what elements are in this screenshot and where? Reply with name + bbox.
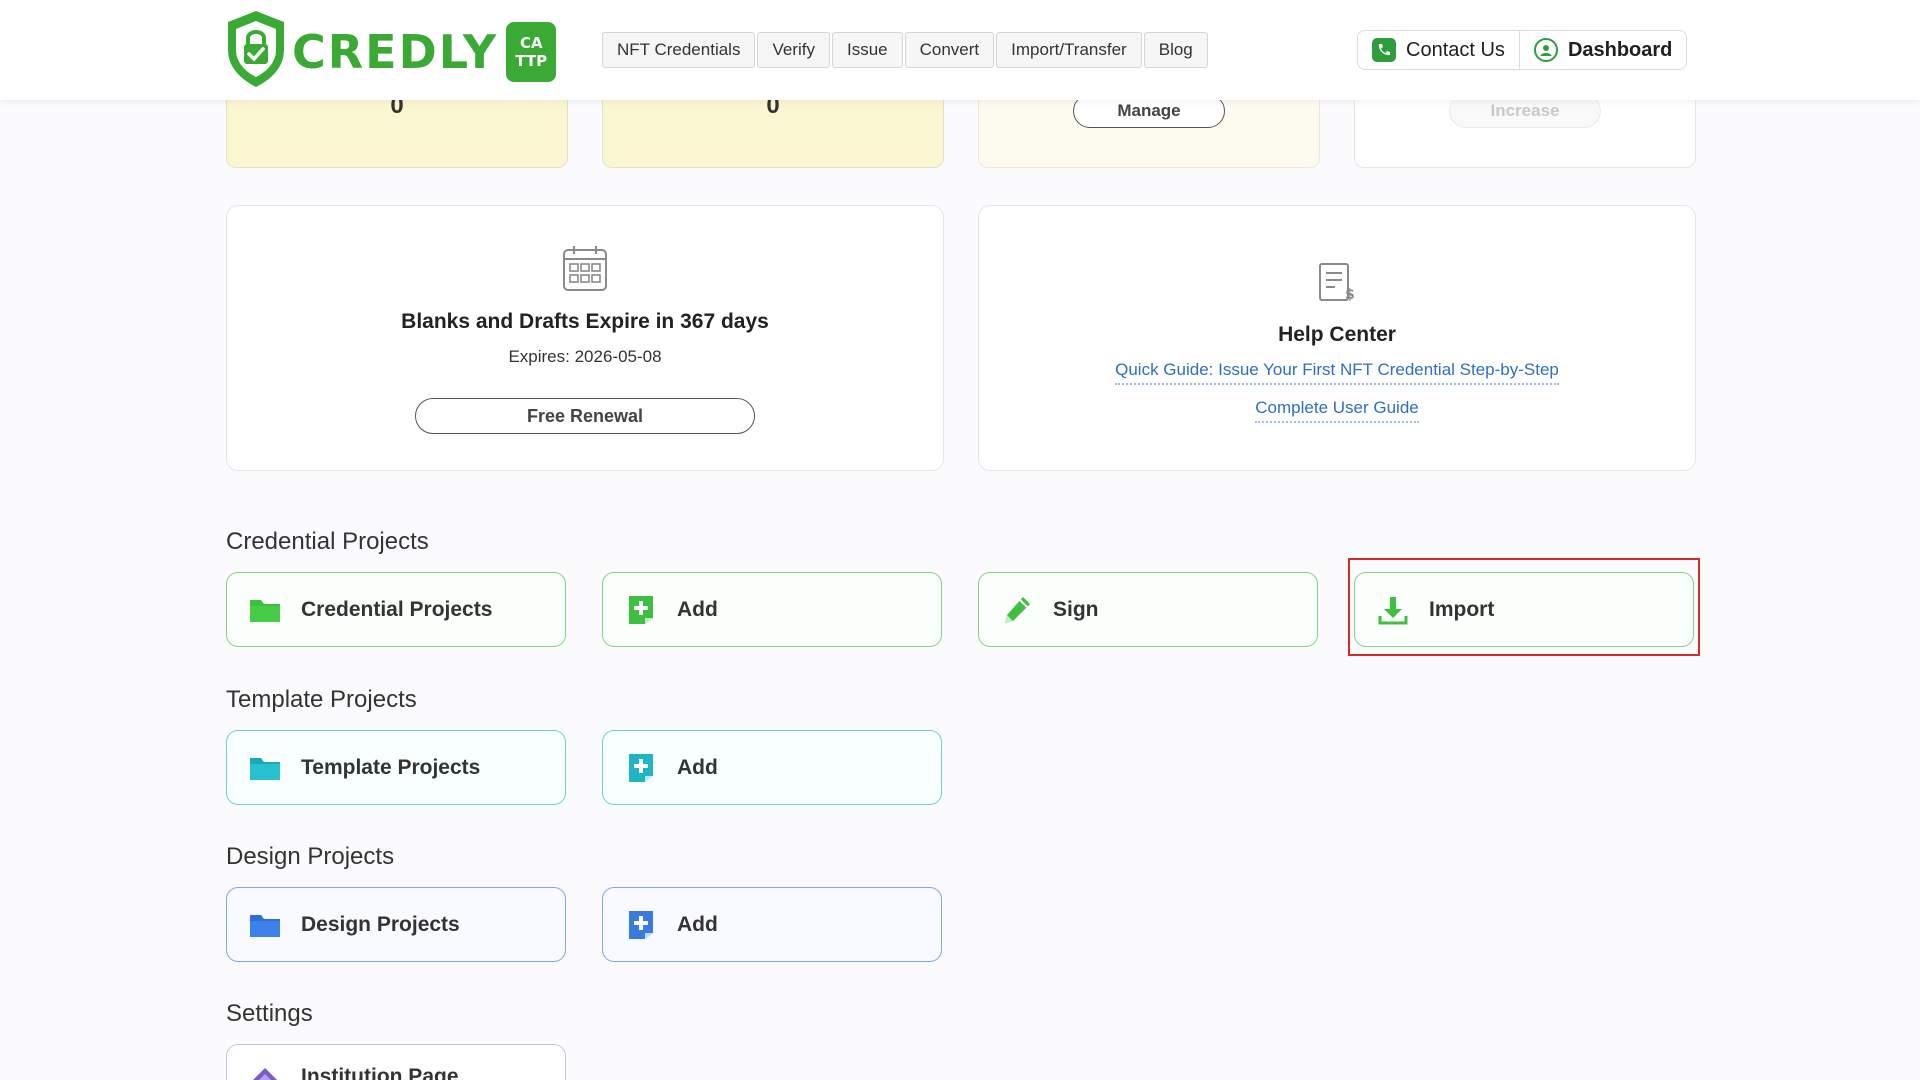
nav-issue[interactable]: Issue bbox=[831, 32, 903, 68]
institution-page-label: Institution Page bbox=[301, 1065, 459, 1080]
diamond-icon bbox=[249, 1065, 281, 1080]
credential-projects-tile[interactable]: Credential Projects bbox=[226, 572, 566, 647]
add-credential-tile[interactable]: Add bbox=[602, 572, 942, 647]
add-template-tile[interactable]: Add bbox=[602, 730, 942, 805]
add-document-icon bbox=[625, 752, 657, 784]
stat-card-3: Manage bbox=[978, 90, 1320, 168]
design-projects-label: Design Projects bbox=[301, 912, 460, 936]
design-projects-heading: Design Projects bbox=[226, 843, 395, 870]
nav-verify[interactable]: Verify bbox=[757, 32, 830, 68]
stat-card-1: 0 bbox=[226, 90, 568, 168]
expiry-title: Blanks and Drafts Expire in 367 days bbox=[401, 310, 769, 333]
main-nav: NFT Credentials Verify Issue Convert Imp… bbox=[602, 32, 1210, 68]
folder-icon bbox=[249, 909, 281, 941]
institution-page-tile[interactable]: Institution Page bbox=[226, 1044, 566, 1080]
sign-tile[interactable]: Sign bbox=[978, 572, 1318, 647]
stat-card-2: 0 bbox=[602, 90, 944, 168]
import-highlight-box bbox=[1348, 558, 1700, 656]
credential-projects-heading: Credential Projects bbox=[226, 528, 429, 555]
shield-check-icon bbox=[224, 8, 288, 95]
design-projects-tile[interactable]: Design Projects bbox=[226, 887, 566, 962]
document-icon: $ bbox=[1317, 262, 1357, 307]
header-actions: Contact Us Dashboard bbox=[1357, 30, 1688, 70]
phone-icon bbox=[1372, 38, 1396, 62]
calendar-icon bbox=[562, 244, 608, 297]
folder-icon bbox=[249, 594, 281, 626]
expiry-card: Blanks and Drafts Expire in 367 days Exp… bbox=[226, 205, 944, 471]
logo-badge-line2: TTP bbox=[515, 51, 548, 70]
user-icon bbox=[1533, 38, 1558, 62]
add-design-label: Add bbox=[677, 912, 718, 936]
user-guide-link[interactable]: Complete User Guide bbox=[1255, 398, 1419, 423]
nav-nft-credentials[interactable]: NFT Credentials bbox=[602, 32, 756, 68]
template-projects-tile[interactable]: Template Projects bbox=[226, 730, 566, 805]
dashboard-label: Dashboard bbox=[1567, 38, 1673, 61]
nav-convert[interactable]: Convert bbox=[904, 32, 995, 68]
expiry-date: Expires: 2026-05-08 bbox=[508, 347, 662, 366]
logo-badge-line1: CA bbox=[519, 33, 543, 52]
logo-text: CREDLY bbox=[292, 24, 499, 79]
contact-us-button[interactable]: Contact Us bbox=[1358, 31, 1519, 69]
svg-text:$: $ bbox=[1345, 287, 1355, 302]
free-renewal-button[interactable]: Free Renewal bbox=[415, 398, 755, 434]
add-template-label: Add bbox=[677, 755, 718, 779]
help-center-title: Help Center bbox=[1278, 323, 1396, 346]
dashboard-button[interactable]: Dashboard bbox=[1518, 31, 1686, 69]
template-projects-label: Template Projects bbox=[301, 755, 481, 779]
sign-label: Sign bbox=[1053, 597, 1099, 621]
settings-heading: Settings bbox=[226, 1000, 313, 1027]
credential-projects-label: Credential Projects bbox=[301, 597, 493, 621]
contact-us-label: Contact Us bbox=[1406, 38, 1505, 61]
folder-icon bbox=[249, 752, 281, 784]
logo-badge: CA TTP bbox=[506, 21, 557, 82]
add-credential-label: Add bbox=[677, 597, 718, 621]
add-document-icon bbox=[625, 909, 657, 941]
stat-card-4: Increase bbox=[1354, 90, 1696, 168]
template-projects-heading: Template Projects bbox=[226, 686, 417, 713]
logo[interactable]: CREDLY CA TTP bbox=[224, 8, 557, 95]
nav-blog[interactable]: Blog bbox=[1143, 32, 1208, 68]
add-design-tile[interactable]: Add bbox=[602, 887, 942, 962]
top-header: CREDLY CA TTP NFT Credentials Verify Iss… bbox=[0, 0, 1920, 100]
add-document-icon bbox=[625, 594, 657, 626]
help-center-card: $ Help Center Quick Guide: Issue Your Fi… bbox=[978, 205, 1696, 471]
quick-guide-link[interactable]: Quick Guide: Issue Your First NFT Creden… bbox=[1115, 360, 1559, 385]
nav-import-transfer[interactable]: Import/Transfer bbox=[996, 32, 1142, 68]
pencil-icon bbox=[1001, 594, 1033, 626]
